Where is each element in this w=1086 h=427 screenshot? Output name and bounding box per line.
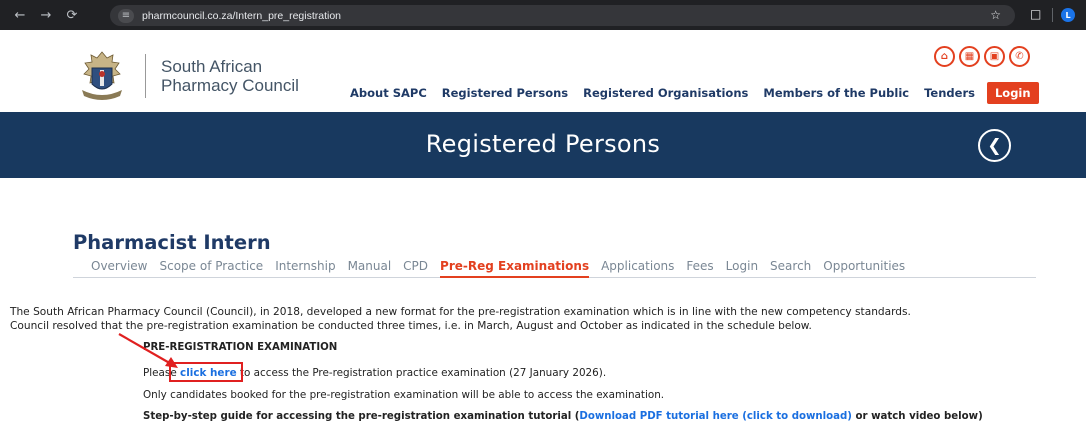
login-button[interactable]: Login <box>986 82 1039 104</box>
bookmark-star-icon[interactable]: ☆ <box>990 8 1001 22</box>
tab-login[interactable]: Login <box>726 259 758 277</box>
access-suffix: to access the Pre-registration practice … <box>236 367 607 379</box>
intro-line-2: Council resolved that the pre-registrati… <box>10 320 812 332</box>
tab-internship[interactable]: Internship <box>275 259 335 277</box>
back-button[interactable]: ❮ <box>978 129 1011 162</box>
main-nav: About SAPC Registered Persons Registered… <box>350 82 1039 104</box>
browser-toolbar: ← → ⟳ ≡ pharmcouncil.co.za/Intern_pre_re… <box>0 0 1086 30</box>
download-pdf-link[interactable]: Download PDF tutorial here (click to dow… <box>579 411 852 422</box>
logo-divider <box>145 54 146 98</box>
candidates-note: Only candidates booked for the pre-regis… <box>143 389 665 401</box>
tab-fees[interactable]: Fees <box>686 259 713 277</box>
tab-scope-of-practice[interactable]: Scope of Practice <box>160 259 264 277</box>
intro-paragraph: The South African Pharmacy Council (Coun… <box>10 305 1080 333</box>
nav-tenders[interactable]: Tenders <box>924 86 975 100</box>
annotation-highlight-box <box>169 362 243 382</box>
nav-registered-organisations[interactable]: Registered Organisations <box>583 86 748 100</box>
org-name[interactable]: South African Pharmacy Council <box>161 57 299 95</box>
tab-search[interactable]: Search <box>770 259 811 277</box>
quick-icons: ⌂ ▦ ▣ ✆ <box>934 46 1030 67</box>
org-name-line1: South African <box>161 57 263 76</box>
back-arrow-icon[interactable]: ← <box>10 5 30 25</box>
page-title: Pharmacist Intern <box>73 231 271 254</box>
chevron-left-icon: ❮ <box>987 135 1002 156</box>
tab-opportunities[interactable]: Opportunities <box>823 259 905 277</box>
home-icon[interactable]: ⌂ <box>934 46 955 67</box>
calendar-icon[interactable]: ▦ <box>959 46 980 67</box>
nav-about-sapc[interactable]: About SAPC <box>350 86 427 100</box>
tab-applications[interactable]: Applications <box>601 259 674 277</box>
address-bar[interactable]: ≡ pharmcouncil.co.za/Intern_pre_registra… <box>110 5 1015 26</box>
site-header: South African Pharmacy Council ⌂ ▦ ▣ ✆ A… <box>0 30 1086 112</box>
tab-overview[interactable]: Overview <box>91 259 148 277</box>
sapc-crest-logo[interactable] <box>78 50 126 104</box>
banner-title: Registered Persons <box>425 130 661 158</box>
toolbar-divider <box>1052 8 1053 22</box>
profile-avatar[interactable]: L <box>1061 8 1075 22</box>
guide-line: Step-by-step guide for accessing the pre… <box>143 411 983 422</box>
extensions-icon[interactable]: □ <box>1030 7 1041 21</box>
tab-manual[interactable]: Manual <box>348 259 392 277</box>
guide-prefix: Step-by-step guide for accessing the pre… <box>143 411 580 422</box>
tab-pre-reg-examinations[interactable]: Pre-Reg Examinations <box>440 259 590 278</box>
intro-line-1: The South African Pharmacy Council (Coun… <box>10 306 911 318</box>
nav-registered-persons[interactable]: Registered Persons <box>442 86 568 100</box>
section-heading: PRE-REGISTRATION EXAMINATION <box>143 342 338 353</box>
phone-icon[interactable]: ✆ <box>1009 46 1030 67</box>
tab-cpd[interactable]: CPD <box>403 259 428 277</box>
reload-icon[interactable]: ⟳ <box>62 5 82 25</box>
url-text[interactable]: pharmcouncil.co.za/Intern_pre_registrati… <box>142 10 341 22</box>
sub-navigation: Overview Scope of Practice Internship Ma… <box>73 259 1036 278</box>
nav-members-of-the-public[interactable]: Members of the Public <box>763 86 909 100</box>
site-info-icon[interactable]: ≡ <box>118 8 134 23</box>
book-icon[interactable]: ▣ <box>984 46 1005 67</box>
forward-arrow-icon[interactable]: → <box>36 5 56 25</box>
page-banner: Registered Persons ❮ <box>0 112 1086 178</box>
org-name-line2: Pharmacy Council <box>161 76 299 95</box>
guide-suffix: or watch video below) <box>851 411 983 422</box>
